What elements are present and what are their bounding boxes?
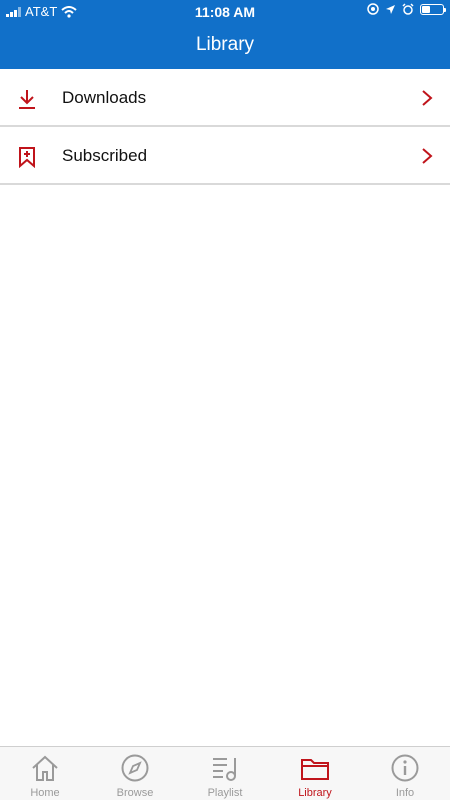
tab-bar: Home Browse Playlist Library Info xyxy=(0,746,450,800)
tab-label: Browse xyxy=(116,787,154,799)
status-right xyxy=(367,3,446,15)
tab-label: Library xyxy=(298,787,332,799)
download-icon xyxy=(19,90,35,109)
tab-label: Playlist xyxy=(207,787,243,799)
list-item-label: Downloads xyxy=(62,88,147,107)
library-list: Downloads Subscribed xyxy=(0,69,450,185)
list-item-subscribed[interactable]: Subscribed xyxy=(0,127,450,185)
tab-library[interactable]: Library xyxy=(270,747,360,800)
list-item-label: Subscribed xyxy=(62,146,148,165)
chevron-right-icon xyxy=(422,148,433,164)
app-header: AT&T 11:08 AM Library xyxy=(0,0,450,69)
home-icon xyxy=(32,755,58,781)
chevron-right-icon xyxy=(422,90,433,106)
bookmark-plus-icon xyxy=(19,147,35,168)
tab-label: Info xyxy=(395,787,415,799)
tab-home[interactable]: Home xyxy=(0,747,90,800)
alarm-icon xyxy=(402,3,414,15)
battery-icon xyxy=(420,3,446,15)
tab-label: Home xyxy=(30,787,60,799)
page-title: Library xyxy=(195,34,255,55)
compass-icon xyxy=(121,754,149,782)
location-arrow-icon xyxy=(386,4,395,14)
playlist-icon xyxy=(213,758,236,781)
folder-icon xyxy=(301,759,329,780)
status-bar: AT&T 11:08 AM xyxy=(0,0,450,24)
tab-playlist[interactable]: Playlist xyxy=(180,747,270,800)
list-item-downloads[interactable]: Downloads xyxy=(0,69,450,127)
info-icon xyxy=(391,754,419,782)
tab-browse[interactable]: Browse xyxy=(90,747,180,800)
at-sign-icon xyxy=(367,3,379,15)
tab-info[interactable]: Info xyxy=(360,747,450,800)
